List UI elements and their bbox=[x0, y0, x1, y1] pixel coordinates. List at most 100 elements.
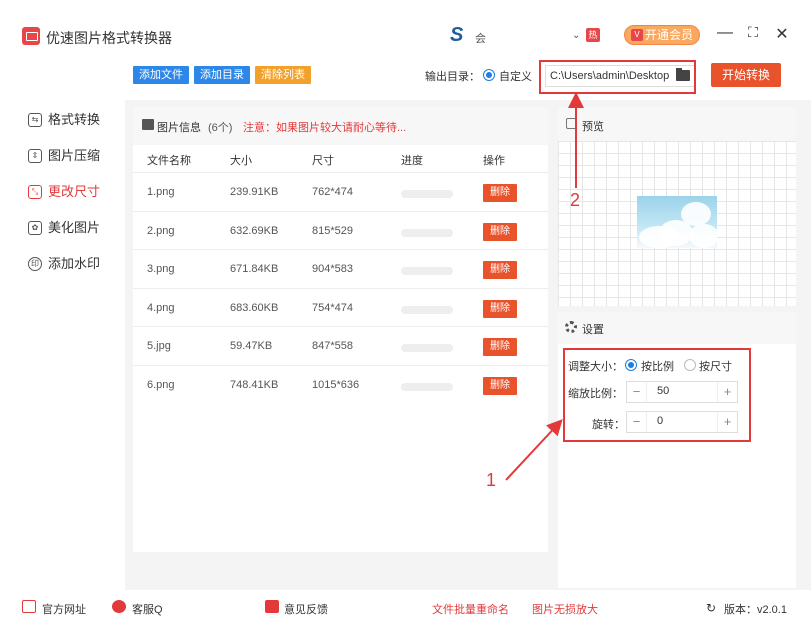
image-icon bbox=[142, 119, 154, 130]
sidebar-item-label: 添加水印 bbox=[48, 256, 101, 271]
row-divider bbox=[133, 365, 548, 366]
delete-button[interactable]: 删除 bbox=[483, 338, 517, 356]
file-dimensions: 754*474 bbox=[312, 302, 353, 314]
file-warning: 注意：如果图片较大请耐心等待... bbox=[243, 122, 407, 134]
column-header-size: 大小 bbox=[230, 155, 252, 167]
delete-button[interactable]: 删除 bbox=[483, 184, 517, 202]
sidebar-item-convert[interactable]: ⇆ 格式转换 bbox=[28, 110, 100, 130]
file-name: 3.png bbox=[147, 263, 175, 275]
row-divider bbox=[133, 211, 548, 212]
support-link[interactable]: 客服Q bbox=[132, 601, 163, 617]
file-dimensions: 815*529 bbox=[312, 225, 353, 237]
resize-by-ratio-label: 按比例 bbox=[641, 361, 674, 373]
add-file-button[interactable]: 添加文件 bbox=[133, 66, 189, 84]
user-avatar[interactable]: S bbox=[450, 24, 463, 47]
rotate-label: 旋转： bbox=[592, 419, 625, 431]
refresh-icon[interactable]: ↻ bbox=[706, 601, 716, 615]
app-logo-icon bbox=[22, 27, 40, 45]
settings-label: 设置 bbox=[582, 324, 604, 336]
file-name: 6.png bbox=[147, 379, 175, 391]
resize-by-ratio-radio[interactable] bbox=[625, 359, 637, 371]
scale-value[interactable]: 50 bbox=[657, 385, 669, 397]
vip-button[interactable]: V 开通会员 bbox=[624, 25, 700, 45]
vip-label: 开通会员 bbox=[645, 28, 694, 42]
close-button[interactable]: ✕ bbox=[773, 24, 791, 44]
resize-by-size-label: 按尺寸 bbox=[699, 361, 732, 373]
progress-bar bbox=[401, 383, 453, 391]
progress-bar bbox=[401, 190, 453, 198]
sidebar-item-label: 更改尺寸 bbox=[48, 184, 101, 199]
folder-icon[interactable] bbox=[676, 68, 690, 81]
clear-list-button[interactable]: 清除列表 bbox=[255, 66, 311, 84]
scale-plus-button[interactable]: + bbox=[717, 382, 737, 402]
convert-icon: ⇆ bbox=[28, 113, 42, 127]
column-header-name: 文件名称 bbox=[147, 155, 191, 167]
compress-icon: ⇕ bbox=[28, 149, 42, 163]
row-divider bbox=[133, 249, 548, 250]
resize-by-size-radio[interactable] bbox=[684, 359, 696, 371]
file-size: 671.84KB bbox=[230, 263, 279, 275]
progress-bar bbox=[401, 306, 453, 314]
sidebar-item-compress[interactable]: ⇕ 图片压缩 bbox=[28, 146, 100, 166]
add-directory-button[interactable]: 添加目录 bbox=[194, 66, 250, 84]
sidebar-item-beautify[interactable]: ✿ 美化图片 bbox=[28, 218, 100, 238]
resize-icon: ⤡ bbox=[28, 185, 42, 199]
sidebar-item-resize[interactable]: ⤡ 更改尺寸 bbox=[28, 182, 100, 202]
feedback-link[interactable]: 意见反馈 bbox=[284, 601, 328, 617]
preview-label: 预览 bbox=[582, 121, 604, 133]
hot-badge-icon: 热 bbox=[586, 28, 600, 42]
delete-button[interactable]: 删除 bbox=[483, 377, 517, 395]
beautify-icon: ✿ bbox=[28, 221, 42, 235]
file-size: 239.91KB bbox=[230, 186, 279, 198]
file-size: 748.41KB bbox=[230, 379, 279, 391]
file-name: 1.png bbox=[147, 186, 175, 198]
output-path-input[interactable]: C:\Users\admin\Desktop bbox=[545, 65, 695, 87]
column-header-dimensions: 尺寸 bbox=[312, 155, 334, 167]
status-bar bbox=[0, 590, 811, 642]
maximize-button[interactable]: ⛶ bbox=[744, 24, 762, 41]
lossless-zoom-link[interactable]: 图片无损放大 bbox=[532, 601, 598, 617]
file-name: 4.png bbox=[147, 302, 175, 314]
start-convert-button[interactable]: 开始转换 bbox=[711, 63, 781, 87]
rotate-value[interactable]: 0 bbox=[657, 415, 663, 427]
gear-icon bbox=[565, 321, 577, 333]
file-size: 59.47KB bbox=[230, 340, 273, 352]
scale-stepper[interactable]: − 50 + bbox=[626, 381, 738, 403]
watermark-icon: 印 bbox=[28, 257, 42, 271]
row-divider bbox=[133, 172, 548, 173]
resize-mode-label: 调整大小： bbox=[568, 361, 623, 373]
row-divider bbox=[133, 326, 548, 327]
chevron-down-icon[interactable]: ⌄ bbox=[572, 30, 580, 41]
scale-label: 缩放比例： bbox=[568, 388, 623, 400]
file-count: (6个) bbox=[208, 122, 233, 134]
progress-bar bbox=[401, 267, 453, 275]
file-name: 5.jpg bbox=[147, 340, 171, 352]
progress-bar bbox=[401, 344, 453, 352]
delete-button[interactable]: 删除 bbox=[483, 300, 517, 318]
output-dir-label: 输出目录： bbox=[425, 71, 480, 83]
file-size: 632.69KB bbox=[230, 225, 279, 237]
file-dimensions: 1015*636 bbox=[312, 379, 360, 391]
file-dimensions: 762*474 bbox=[312, 186, 353, 198]
version-label: 版本：v2.0.1 bbox=[724, 604, 787, 616]
rotate-plus-button[interactable]: + bbox=[717, 412, 737, 432]
website-link[interactable]: 官方网址 bbox=[42, 601, 86, 617]
sidebar-item-label: 格式转换 bbox=[48, 112, 101, 127]
file-dimensions: 904*583 bbox=[312, 263, 353, 275]
output-custom-radio[interactable] bbox=[483, 69, 495, 81]
rotate-stepper[interactable]: − 0 + bbox=[626, 411, 738, 433]
sidebar-item-label: 图片压缩 bbox=[48, 148, 101, 163]
scale-minus-button[interactable]: − bbox=[627, 382, 647, 402]
sidebar-item-watermark[interactable]: 印 添加水印 bbox=[28, 254, 100, 274]
minimize-button[interactable]: — bbox=[716, 24, 734, 42]
batch-rename-link[interactable]: 文件批量重命名 bbox=[432, 601, 509, 617]
preview-icon bbox=[566, 118, 577, 129]
delete-button[interactable]: 删除 bbox=[483, 223, 517, 241]
website-icon bbox=[22, 600, 36, 613]
delete-button[interactable]: 删除 bbox=[483, 261, 517, 279]
file-dimensions: 847*558 bbox=[312, 340, 353, 352]
user-name[interactable]: 会 bbox=[475, 30, 486, 46]
rotate-minus-button[interactable]: − bbox=[627, 412, 647, 432]
row-divider bbox=[133, 288, 548, 289]
feedback-icon bbox=[265, 600, 279, 613]
